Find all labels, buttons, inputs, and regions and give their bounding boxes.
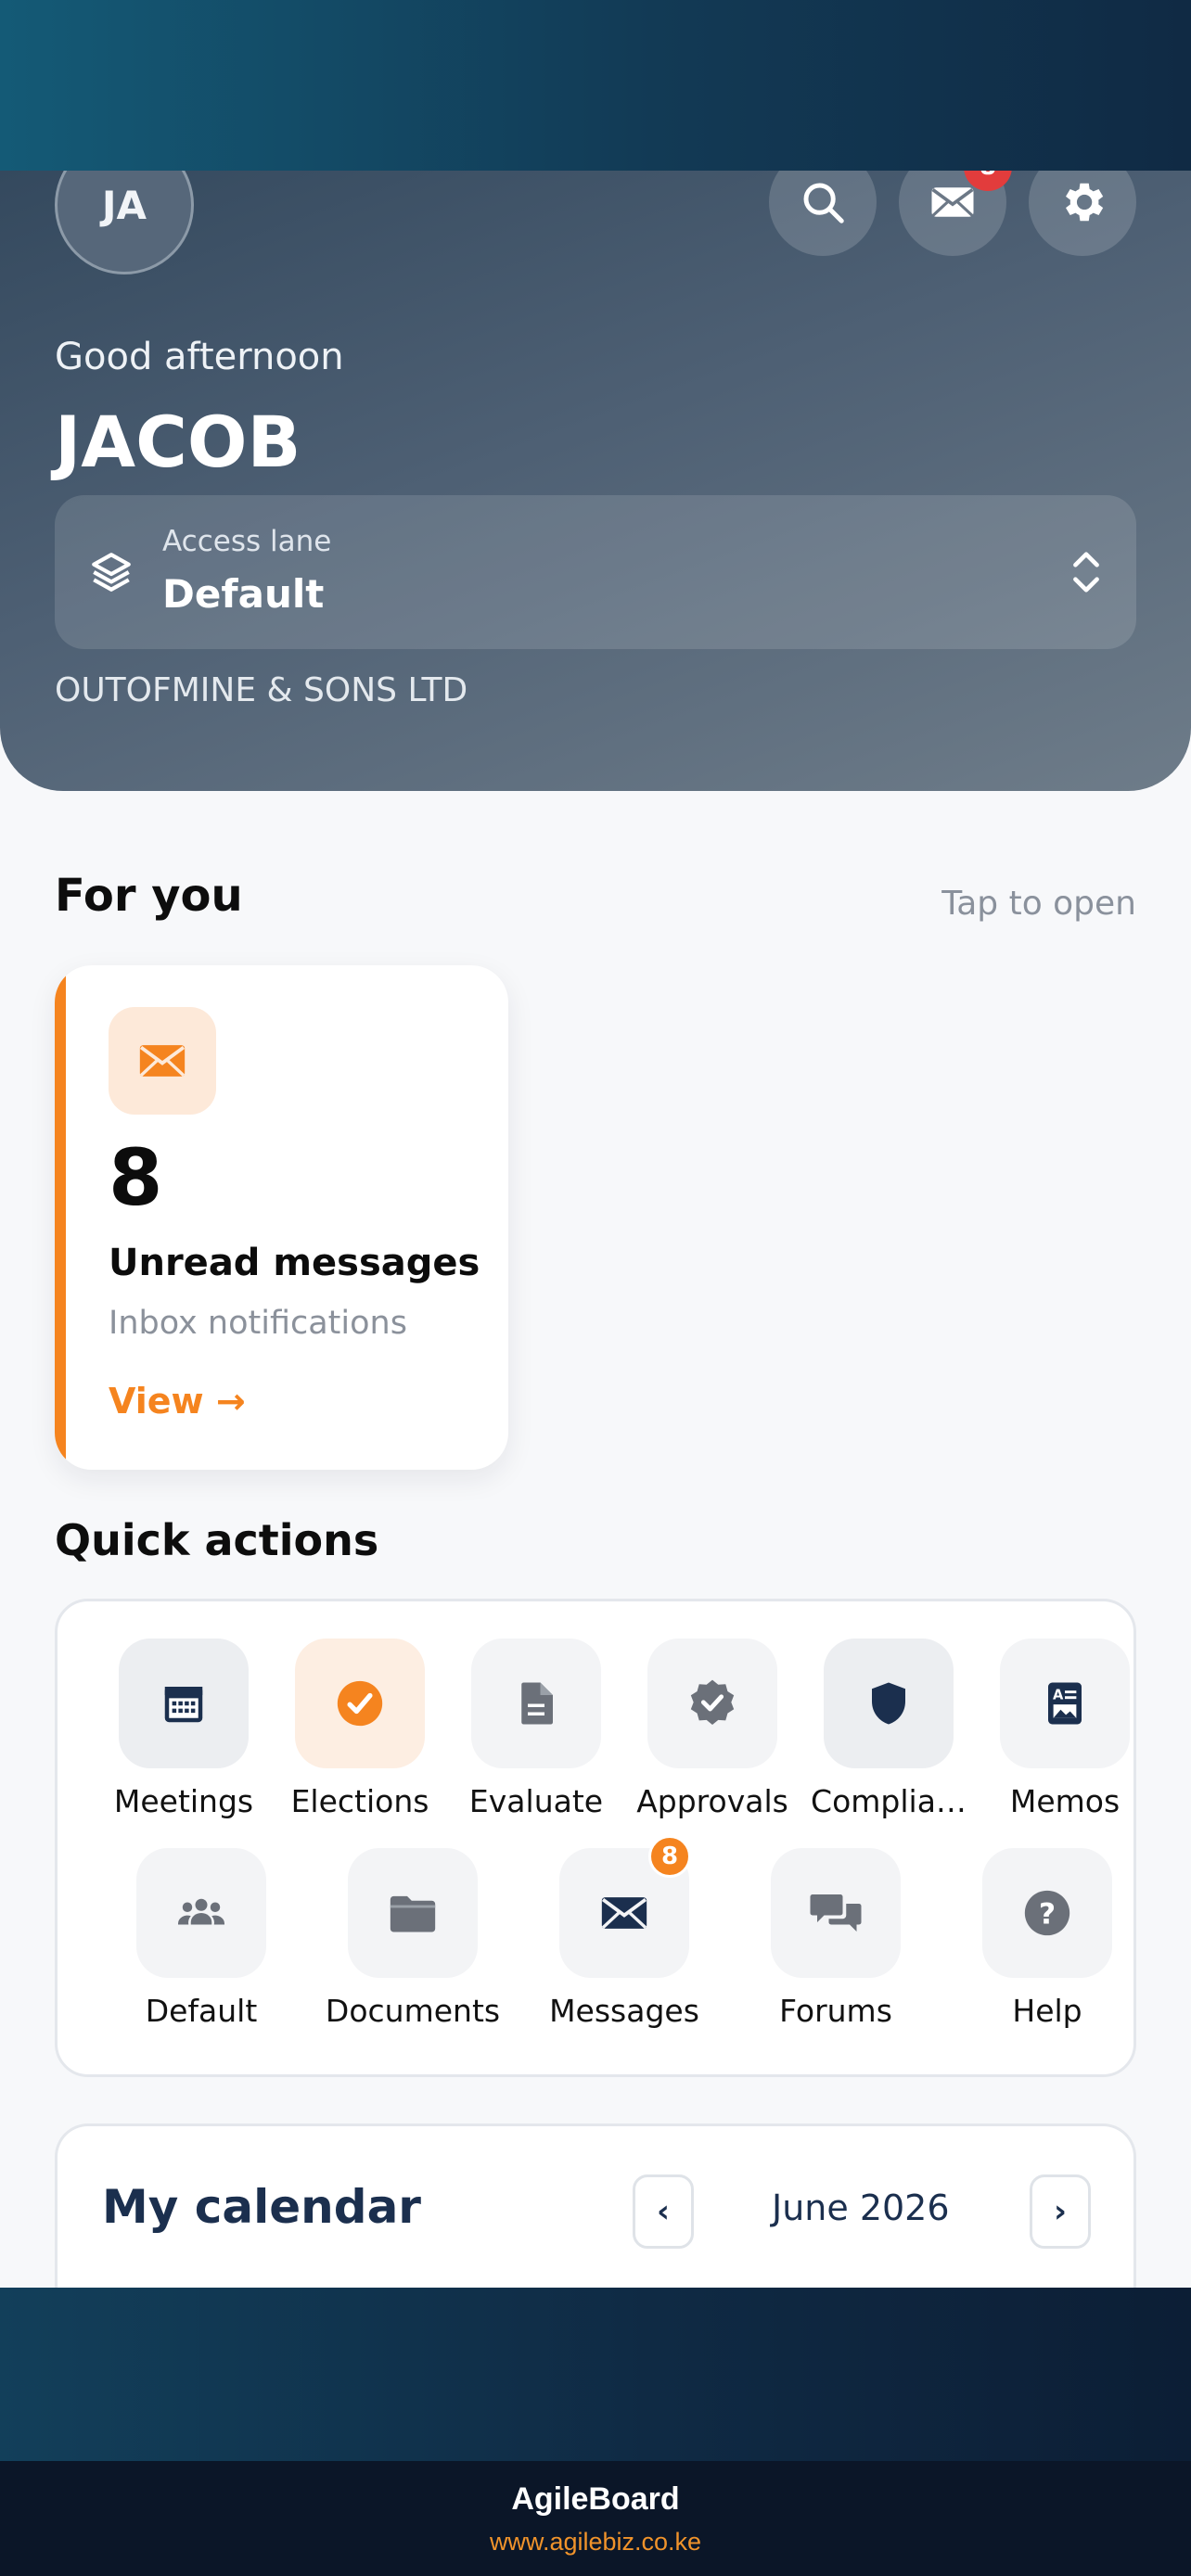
footer-brand: AgileBoard [511, 2481, 680, 2517]
access-lane-value: Default [162, 571, 325, 617]
memo-icon: A [1048, 1682, 1082, 1725]
calendar-icon [164, 1687, 203, 1723]
calendar-title: My calendar [102, 2180, 421, 2234]
quick-action-label: Meetings [113, 1783, 254, 1819]
tap-to-open-hint: Tap to open [941, 885, 1136, 923]
unread-count: 8 [109, 1132, 163, 1223]
envelope-icon [139, 1045, 186, 1077]
evaluate-tile [471, 1639, 601, 1768]
gear-icon [1066, 183, 1104, 222]
folder-icon [390, 1895, 436, 1932]
footer-url[interactable]: www.agilebiz.co.ke [0, 2528, 1191, 2557]
greeting-text: Good afternoon [55, 336, 344, 378]
card-subtitle: Inbox notifications [109, 1305, 407, 1342]
footer: AgileBoard www.agilebiz.co.ke [0, 2461, 1191, 2576]
quick-action-compliance[interactable]: Complia… [800, 1639, 977, 1819]
search-icon [803, 183, 844, 223]
quick-action-label: Default [145, 1993, 258, 2029]
card-accent-bar [55, 965, 66, 1470]
quick-action-default[interactable]: Default [113, 1848, 289, 2029]
quick-action-messages[interactable]: 8 Messages [536, 1835, 712, 2029]
quick-action-label: Help [1012, 1993, 1082, 2029]
profile-header: JA 8 Good afternoon JACOB Access lane De… [0, 171, 1191, 791]
chat-icon [810, 1894, 862, 1932]
forums-tile [771, 1848, 901, 1978]
quick-actions-panel: Meetings Elections Evaluate Approvals Co… [55, 1599, 1136, 2077]
quick-action-label: Approvals [636, 1783, 788, 1819]
memos-tile: A [1000, 1639, 1130, 1768]
quick-action-memos[interactable]: A Memos [977, 1639, 1153, 1819]
approvals-tile [647, 1639, 777, 1768]
settings-button[interactable] [1029, 171, 1136, 256]
messages-tile: 8 [559, 1835, 691, 1978]
access-lane-selector[interactable]: Access lane Default [55, 495, 1136, 649]
help-icon: ? [1024, 1890, 1070, 1936]
documents-tile [348, 1848, 478, 1978]
calendar-next-button[interactable]: › [1030, 2174, 1091, 2249]
quick-action-meetings[interactable]: Meetings [96, 1639, 272, 1819]
quick-action-elections[interactable]: Elections [272, 1639, 448, 1819]
default-tile [136, 1848, 266, 1978]
status-bar-area [0, 0, 1191, 171]
elections-tile [295, 1639, 425, 1768]
quick-action-approvals[interactable]: Approvals [624, 1639, 800, 1819]
quick-action-label: Forums [779, 1993, 892, 2029]
card-title: Unread messages [109, 1242, 480, 1284]
quick-action-evaluate[interactable]: Evaluate [448, 1639, 624, 1819]
compliance-tile [824, 1639, 954, 1768]
user-name: JACOB [55, 401, 301, 483]
quick-action-label: Documents [325, 1993, 501, 2029]
search-button[interactable] [769, 171, 877, 256]
avatar[interactable]: JA [55, 171, 194, 274]
calendar-month: June 2026 [772, 2187, 950, 2228]
quick-action-label: Elections [290, 1783, 429, 1819]
messages-count-badge: 8 [648, 1835, 691, 1878]
shield-icon [872, 1682, 905, 1725]
quick-action-label: Complia… [811, 1783, 967, 1819]
bottom-band [0, 2288, 1191, 2461]
for-you-title: For you [55, 870, 243, 922]
quick-action-label: Memos [1009, 1783, 1121, 1819]
envelope-icon [601, 1897, 647, 1929]
layers-icon [92, 553, 131, 592]
meetings-tile [119, 1639, 249, 1768]
help-tile: ? [982, 1848, 1112, 1978]
check-circle-icon [337, 1680, 383, 1727]
chevron-up-down-icon [1073, 552, 1099, 593]
messages-button[interactable]: 8 [899, 171, 1012, 256]
access-lane-label: Access lane [162, 525, 332, 558]
company-name: OUTOFMINE & SONS LTD [55, 671, 468, 709]
calendar-card: My calendar ‹ June 2026 › [55, 2123, 1136, 2290]
calendar-prev-button[interactable]: ‹ [633, 2174, 694, 2249]
quick-actions-title: Quick actions [55, 1515, 379, 1565]
card-icon-tile [109, 1007, 216, 1115]
view-link[interactable]: View → [109, 1381, 246, 1422]
users-icon [178, 1898, 224, 1925]
quick-action-label: Evaluate [468, 1783, 604, 1819]
envelope-icon [931, 187, 974, 217]
verified-badge-icon [690, 1679, 735, 1725]
unread-messages-card[interactable]: 8 Unread messages Inbox notifications Vi… [55, 965, 508, 1470]
svg-text:A: A [1053, 1688, 1064, 1703]
document-icon [521, 1682, 553, 1725]
quick-action-documents[interactable]: Documents [325, 1848, 501, 2029]
quick-action-help[interactable]: ? Help [959, 1848, 1135, 2029]
quick-action-label: Messages [549, 1993, 699, 2029]
svg-text:?: ? [1039, 1898, 1056, 1932]
quick-action-forums[interactable]: Forums [748, 1848, 924, 2029]
